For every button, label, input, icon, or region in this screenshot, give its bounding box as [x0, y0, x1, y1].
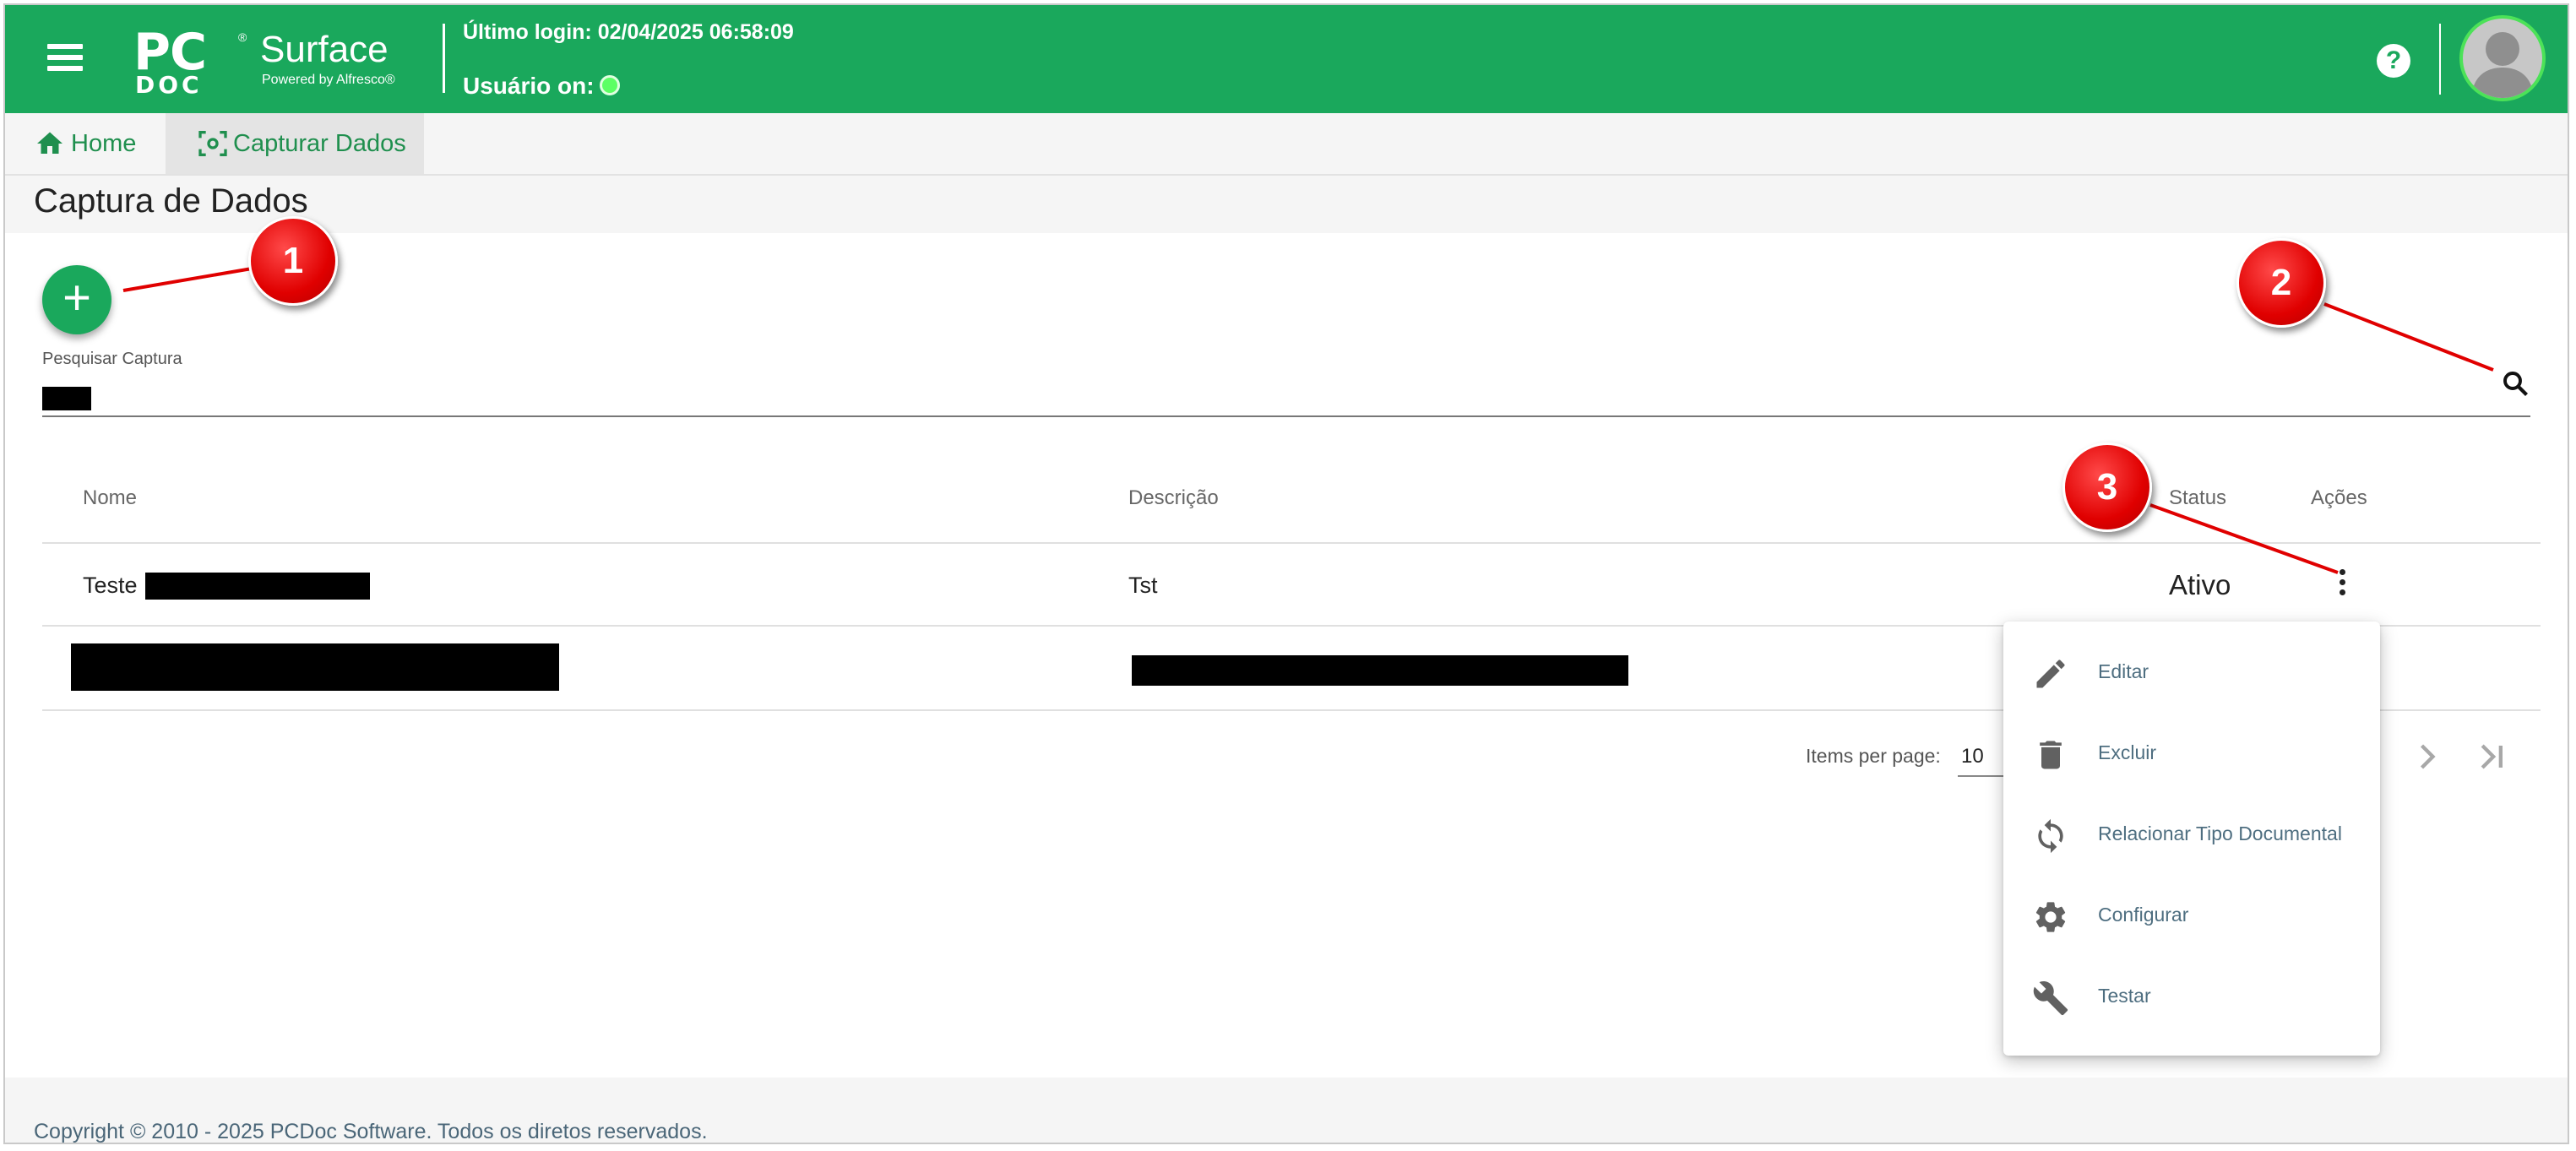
menu-item-configurar[interactable]: Configurar	[2003, 875, 2380, 956]
logo-pc-text: PC	[133, 23, 207, 82]
user-status-label: Usuário on:	[463, 73, 595, 99]
menu-item-label: Configurar	[2098, 904, 2189, 926]
menu-item-excluir[interactable]: Excluir	[2003, 713, 2380, 794]
redacted-search-text	[42, 387, 91, 410]
tab-home[interactable]: Home	[34, 113, 136, 174]
tab-home-label: Home	[71, 129, 137, 157]
hamburger-icon[interactable]	[47, 44, 83, 74]
pencil-icon	[2036, 660, 2065, 688]
user-status: Usuário on:	[463, 73, 620, 100]
header-divider	[443, 24, 445, 93]
menu-item-label: Editar	[2098, 660, 2149, 682]
search-icon[interactable]	[2500, 368, 2530, 399]
copyright-text: Copyright © 2010 - 2025 PCDoc Software. …	[34, 1120, 708, 1143]
top-bar: PC DOC ® Surface Powered by Alfresco® Úl…	[5, 5, 2568, 113]
menu-item-editar[interactable]: Editar	[2003, 632, 2380, 713]
menu-item-label: Excluir	[2098, 741, 2157, 763]
menu-item-label: Relacionar Tipo Documental	[2098, 823, 2342, 844]
items-per-page-label: Items per page:	[1806, 745, 1941, 767]
last-page-icon[interactable]	[2470, 735, 2514, 779]
column-header-nome[interactable]: Nome	[83, 486, 137, 510]
tab-bar: Home Capturar Dados	[5, 113, 2568, 176]
header-divider-right	[2439, 24, 2441, 95]
callout-marker-1: 1	[248, 216, 338, 306]
search-label: Pesquisar Captura	[42, 350, 182, 368]
column-header-descricao[interactable]: Descrição	[1128, 486, 1219, 510]
column-header-status[interactable]: Status	[2169, 486, 2226, 510]
footer: Copyright © 2010 - 2025 PCDoc Software. …	[5, 1078, 2568, 1143]
sync-icon	[2038, 818, 2063, 854]
callout-marker-3: 3	[2062, 442, 2152, 532]
redacted-name	[145, 573, 370, 600]
tab-capturar-dados[interactable]: Capturar Dados	[166, 113, 424, 174]
menu-item-relacionar-tipo-documental[interactable]: Relacionar Tipo Documental	[2003, 794, 2380, 875]
app-window: PC DOC ® Surface Powered by Alfresco® Úl…	[3, 3, 2569, 1144]
online-status-icon	[599, 75, 620, 95]
redacted-description	[1132, 655, 1628, 686]
logo-registered-mark: ®	[238, 30, 247, 44]
redacted-name	[71, 643, 559, 691]
page-title: Captura de Dados	[34, 182, 308, 220]
header-divider-line	[42, 542, 2541, 544]
items-per-page-select[interactable]: 10	[1958, 738, 2008, 777]
capture-icon	[198, 131, 227, 156]
question-circle-icon[interactable]: ?	[2377, 44, 2410, 78]
menu-item-testar[interactable]: Testar	[2003, 956, 2380, 1037]
page-title-bar: Captura de Dados	[5, 176, 2568, 233]
wrench-icon	[2033, 981, 2068, 1016]
powered-by-text: Powered by Alfresco®	[262, 73, 395, 87]
product-name: Surface	[260, 29, 389, 70]
next-page-icon[interactable]	[2405, 735, 2449, 779]
column-header-acoes: Ações	[2311, 486, 2367, 509]
logo-doc-text: DOC	[135, 71, 203, 99]
items-per-page-value: 10	[1961, 745, 1984, 768]
tab-capturar-label: Capturar Dados	[233, 129, 406, 157]
more-vert-icon[interactable]	[2336, 569, 2348, 603]
callout-marker-2: 2	[2236, 238, 2326, 328]
actions-menu: Editar Excluir Relacionar Tipo Documenta…	[2003, 622, 2380, 1056]
search-input[interactable]	[42, 382, 2530, 417]
cell-nome: Teste	[83, 573, 138, 598]
home-icon	[37, 132, 62, 154]
add-capture-button[interactable]: +	[42, 265, 111, 334]
gear-icon	[2035, 902, 2066, 932]
trash-icon	[2040, 741, 2062, 769]
cell-status: Ativo	[2169, 569, 2231, 600]
last-login-text: Último login: 02/04/2025 06:58:09	[463, 20, 794, 44]
user-avatar-icon[interactable]	[2459, 15, 2546, 101]
menu-item-label: Testar	[2098, 985, 2151, 1007]
cell-descricao: Tst	[1128, 573, 1158, 598]
